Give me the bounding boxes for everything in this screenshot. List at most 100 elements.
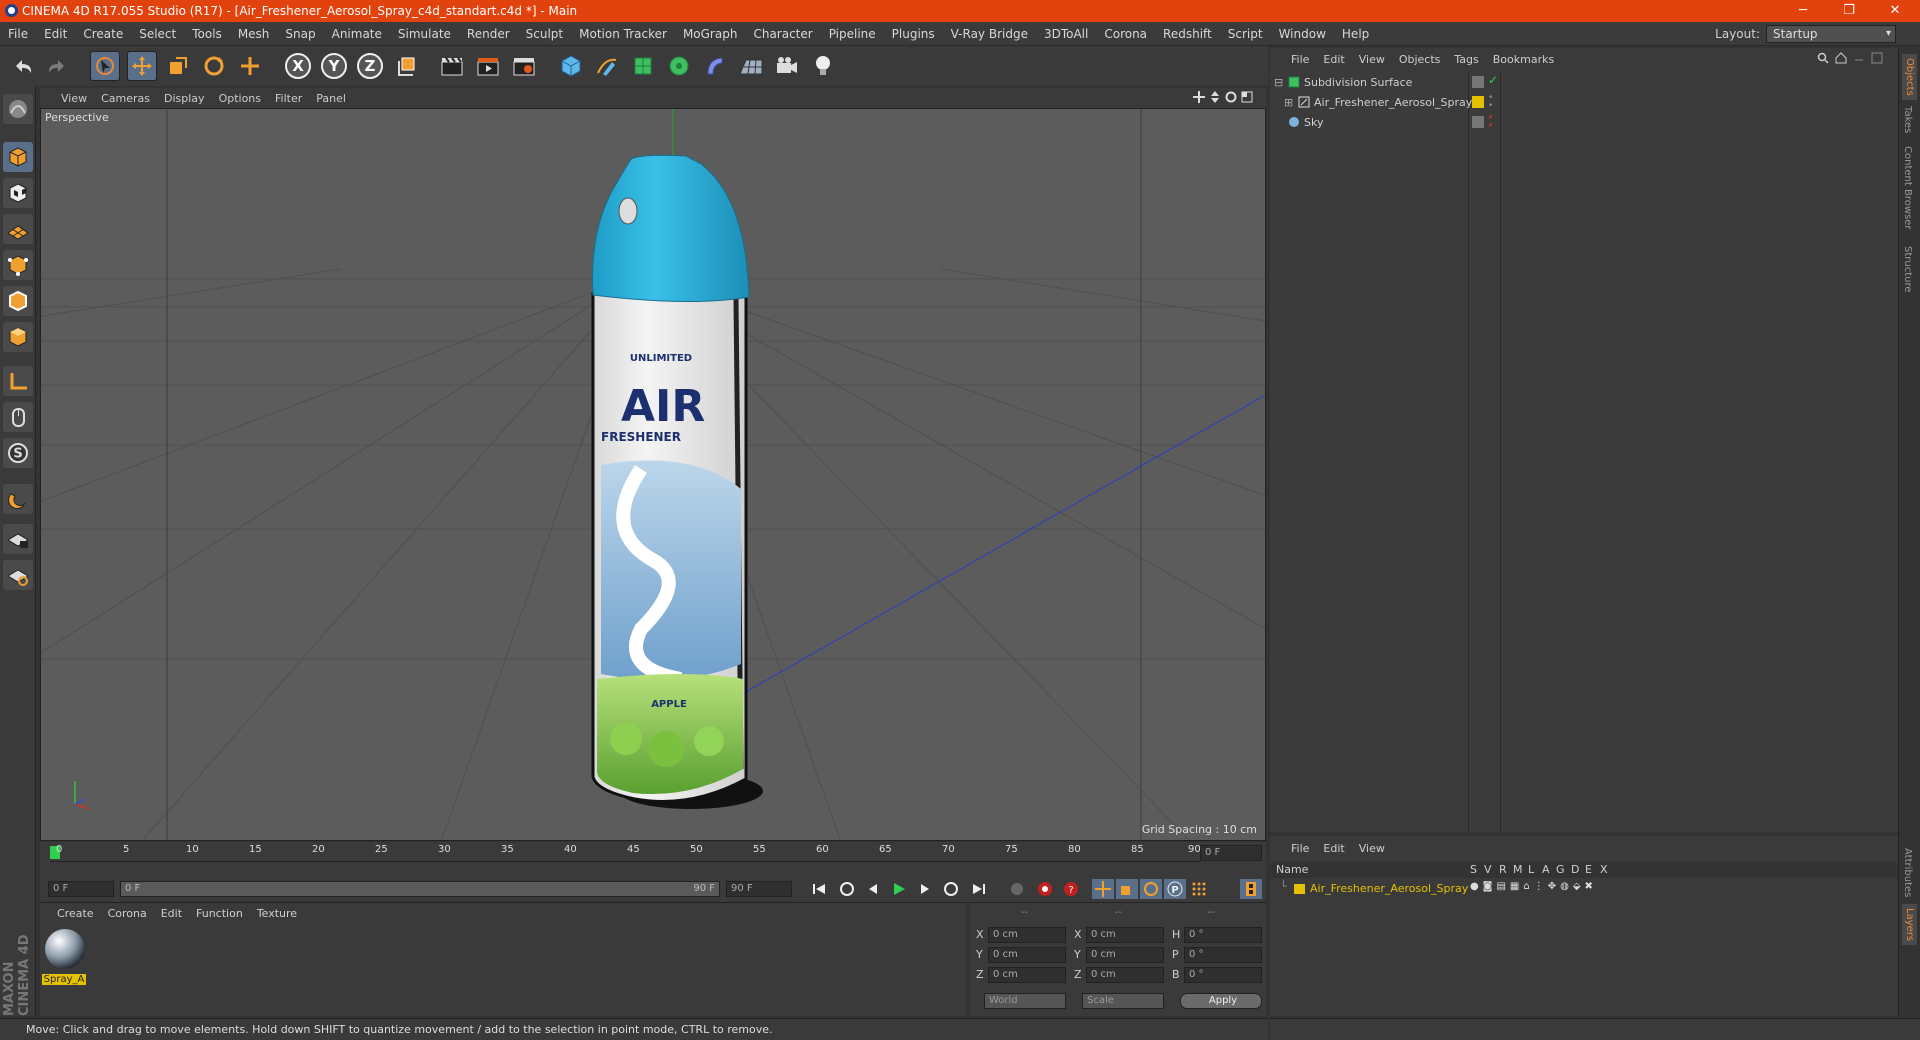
cloner-button[interactable]: [664, 51, 694, 81]
scale-tool-button[interactable]: [163, 51, 193, 81]
recent-tool-button[interactable]: [235, 51, 265, 81]
material-menu-create[interactable]: Create: [50, 907, 101, 920]
object-menu-objects[interactable]: Objects: [1392, 53, 1448, 66]
render-view-button[interactable]: [437, 51, 467, 81]
move-tool-button[interactable]: [127, 51, 157, 81]
range-slider[interactable]: 0 F 90 F: [120, 881, 720, 897]
position-y-field[interactable]: 0 cm: [988, 947, 1066, 963]
axis-mode-button[interactable]: [3, 366, 33, 396]
layer-tag-icon[interactable]: [1472, 76, 1484, 88]
position-x-field[interactable]: 0 cm: [988, 927, 1066, 943]
xref-icon[interactable]: ✖: [1585, 881, 1593, 892]
menu-script[interactable]: Script: [1220, 27, 1271, 41]
menu-character[interactable]: Character: [745, 27, 820, 41]
layer-row[interactable]: └ Air_Freshener_Aerosol_Spray ● ◙ ▤ ▦ ⌂ …: [1270, 880, 1898, 898]
object-row-air-freshener[interactable]: ⊞ Air_Freshener_Aerosol_Spray • •: [1270, 92, 1898, 112]
model-mode-button[interactable]: [3, 142, 33, 172]
close-button[interactable]: ✕: [1872, 0, 1918, 22]
workplane-mode-button[interactable]: [3, 214, 33, 244]
expression-icon[interactable]: ⬙: [1573, 881, 1581, 892]
previous-frame-button[interactable]: [862, 879, 884, 899]
pan-view-icon[interactable]: [1193, 91, 1205, 103]
timeline-window-button[interactable]: [1240, 879, 1262, 899]
minimize-button[interactable]: ─: [1780, 0, 1826, 22]
panel-menu-icon[interactable]: [1871, 52, 1883, 64]
timeline[interactable]: 0 5 10 15 20 25 30 35 40 45 50 55 60 65 …: [40, 842, 1266, 876]
key-parameter-button[interactable]: P: [1164, 879, 1186, 899]
coord-scale-dropdown[interactable]: Scale: [1082, 993, 1164, 1009]
menu-corona[interactable]: Corona: [1096, 27, 1155, 41]
position-z-field[interactable]: 0 cm: [988, 967, 1066, 983]
menu-create[interactable]: Create: [75, 27, 131, 41]
autokey-button[interactable]: ?: [1060, 879, 1082, 899]
live-selection-button[interactable]: [90, 51, 120, 81]
next-frame-button[interactable]: [914, 879, 936, 899]
play-button[interactable]: [888, 879, 910, 899]
viewport-menu-cameras[interactable]: Cameras: [94, 92, 157, 105]
render-settings-button[interactable]: [509, 51, 539, 81]
key-rotation-button[interactable]: [1140, 879, 1162, 899]
layer-menu-view[interactable]: View: [1352, 842, 1392, 855]
maximize-view-icon[interactable]: [1241, 91, 1253, 103]
perspective-viewport[interactable]: UNLIMITED AIR FRESHENER APPLE Perspectiv…: [40, 108, 1266, 841]
visibility-dots-icon[interactable]: • •: [1488, 94, 1493, 111]
generator-icon[interactable]: ✥: [1548, 881, 1556, 892]
tab-layers[interactable]: Layers: [1902, 904, 1917, 946]
keyframe-selection-button[interactable]: [1006, 879, 1028, 899]
eye-icon[interactable]: ◙: [1483, 881, 1493, 892]
layer-col-xref[interactable]: X: [1600, 863, 1608, 876]
current-frame-field[interactable]: 0 F: [1200, 845, 1262, 861]
visibility-dots-icon[interactable]: • •: [1488, 114, 1493, 131]
object-row-subdivision-surface[interactable]: ⊟ Subdivision Surface ✓: [1270, 72, 1898, 92]
points-mode-button[interactable]: [3, 250, 33, 280]
viewport-menu-filter[interactable]: Filter: [268, 92, 309, 105]
restore-button[interactable]: ❐: [1826, 0, 1872, 22]
rotation-b-field[interactable]: 0 °: [1184, 967, 1262, 983]
tweak-mode-button[interactable]: [3, 402, 33, 432]
render-icon[interactable]: ▤: [1496, 881, 1505, 892]
menu-window[interactable]: Window: [1271, 27, 1334, 41]
menu-simulate[interactable]: Simulate: [390, 27, 459, 41]
y-axis-lock[interactable]: Y: [319, 51, 349, 81]
menu-3dtoall[interactable]: 3DToAll: [1036, 27, 1096, 41]
z-axis-lock[interactable]: Z: [355, 51, 385, 81]
layer-col-deformers[interactable]: D: [1571, 863, 1579, 876]
locked-workplane-button[interactable]: [3, 524, 33, 554]
layer-col-generators[interactable]: G: [1556, 863, 1565, 876]
menu-sculpt[interactable]: Sculpt: [518, 27, 571, 41]
menu-plugins[interactable]: Plugins: [884, 27, 943, 41]
key-scale-button[interactable]: [1116, 879, 1138, 899]
menu-animate[interactable]: Animate: [324, 27, 390, 41]
layer-col-render[interactable]: R: [1499, 863, 1507, 876]
end-frame-field[interactable]: 90 F: [726, 881, 792, 897]
menu-mesh[interactable]: Mesh: [230, 27, 278, 41]
minimize-panel-icon[interactable]: [1853, 52, 1865, 64]
material-menu-function[interactable]: Function: [189, 907, 250, 920]
menu-redshift[interactable]: Redshift: [1155, 27, 1220, 41]
menu-edit[interactable]: Edit: [36, 27, 75, 41]
polygons-mode-button[interactable]: [3, 322, 33, 352]
undo-button[interactable]: [8, 51, 38, 81]
start-frame-field[interactable]: 0 F: [48, 881, 114, 897]
material-menu-corona[interactable]: Corona: [101, 907, 154, 920]
expand-toggle[interactable]: ⊞: [1284, 96, 1294, 109]
tab-structure[interactable]: Structure: [1902, 246, 1913, 293]
object-row-sky[interactable]: Sky • •: [1270, 112, 1898, 132]
go-to-start-button[interactable]: [808, 879, 830, 899]
layer-col-manager[interactable]: M: [1513, 863, 1523, 876]
layer-tag-icon[interactable]: [1472, 116, 1484, 128]
edges-mode-button[interactable]: [3, 286, 33, 316]
make-editable-button[interactable]: [3, 94, 33, 124]
viewport-menu-panel[interactable]: Panel: [309, 92, 353, 105]
menu-snap[interactable]: Snap: [277, 27, 323, 41]
layer-col-expressions[interactable]: E: [1585, 863, 1592, 876]
key-position-button[interactable]: [1092, 879, 1114, 899]
material-swatch[interactable]: Spray_A: [42, 927, 88, 987]
redo-button[interactable]: [42, 51, 72, 81]
layer-col-animation[interactable]: A: [1542, 863, 1550, 876]
deformer-button[interactable]: [700, 51, 730, 81]
object-menu-view[interactable]: View: [1352, 53, 1392, 66]
menu-pipeline[interactable]: Pipeline: [821, 27, 884, 41]
rotation-h-field[interactable]: 0 °: [1184, 927, 1262, 943]
material-menu-texture[interactable]: Texture: [250, 907, 304, 920]
